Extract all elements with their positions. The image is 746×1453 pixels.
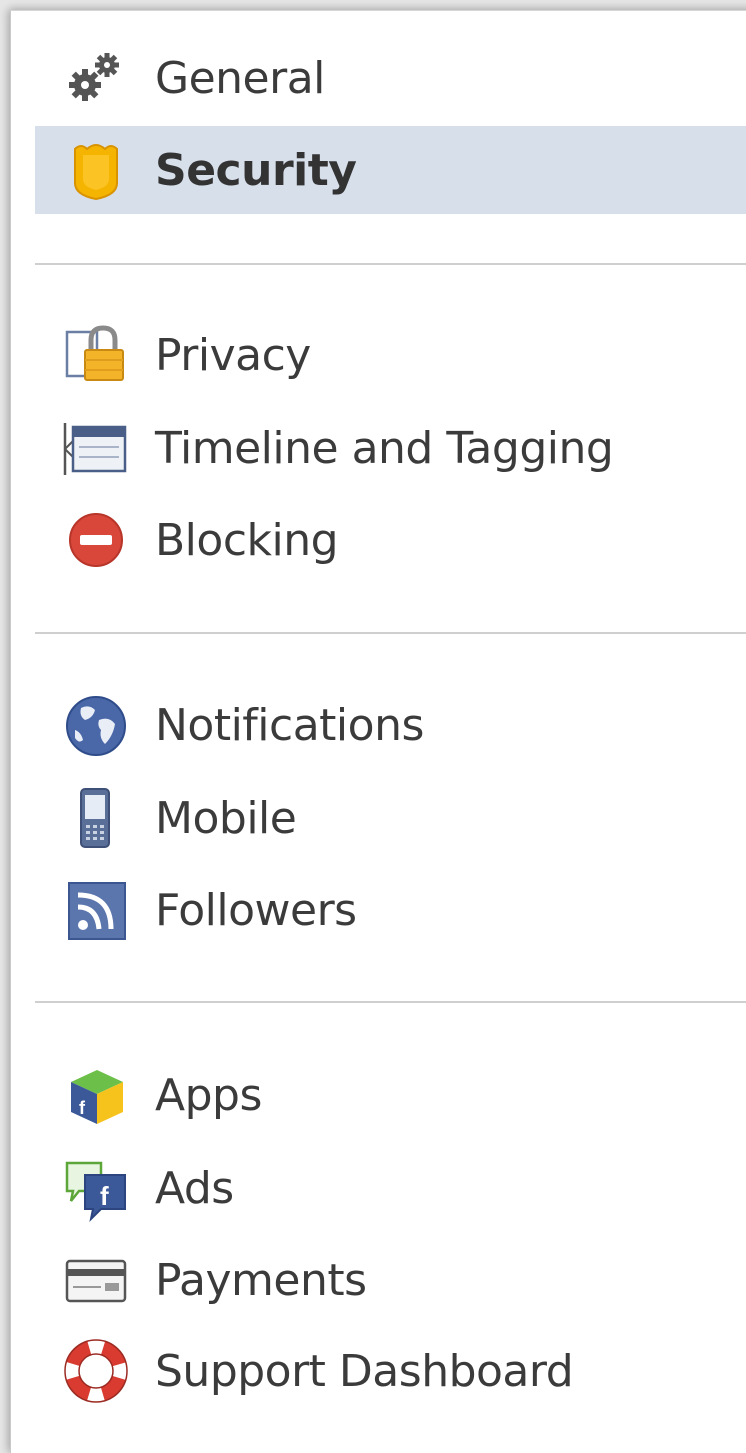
credit-card-icon — [61, 1245, 131, 1315]
gears-icon — [61, 43, 131, 113]
svg-text:f: f — [100, 1181, 109, 1211]
sidebar-item-label: Followers — [155, 884, 357, 936]
sidebar-item-followers[interactable]: Followers — [35, 866, 746, 954]
rss-icon — [61, 875, 131, 945]
mobile-phone-icon — [61, 783, 131, 853]
sidebar-item-apps[interactable]: f Apps — [35, 1051, 746, 1139]
lock-icon — [61, 320, 131, 390]
sidebar-item-label: Security — [155, 144, 357, 196]
sidebar-item-mobile[interactable]: Mobile — [35, 774, 746, 862]
sidebar-item-support-dashboard[interactable]: Support Dashboard — [35, 1327, 746, 1415]
sidebar-item-security[interactable]: Security — [35, 126, 746, 214]
settings-sidebar: General Security Privacy Timeline and Ta… — [10, 10, 746, 1453]
sidebar-item-label: Apps — [155, 1069, 262, 1121]
divider — [35, 1001, 746, 1003]
sidebar-item-label: Ads — [155, 1162, 234, 1214]
shield-icon — [61, 135, 131, 205]
sidebar-item-payments[interactable]: Payments — [35, 1236, 746, 1324]
sidebar-item-ads[interactable]: f Ads — [35, 1144, 746, 1232]
sidebar-item-label: Blocking — [155, 514, 339, 566]
sidebar-item-label: Notifications — [155, 699, 424, 751]
ads-icon: f — [61, 1153, 131, 1223]
apps-cube-icon: f — [61, 1060, 131, 1130]
sidebar-item-label: General — [155, 52, 325, 104]
divider — [35, 263, 746, 265]
divider — [35, 632, 746, 634]
sidebar-item-timeline-and-tagging[interactable]: Timeline and Tagging — [35, 404, 746, 492]
sidebar-item-label: Payments — [155, 1254, 367, 1306]
svg-text:f: f — [79, 1098, 86, 1118]
sidebar-item-label: Timeline and Tagging — [155, 422, 614, 474]
sidebar-item-label: Mobile — [155, 792, 297, 844]
lifebuoy-icon — [61, 1336, 131, 1406]
sidebar-item-label: Support Dashboard — [155, 1345, 574, 1397]
sidebar-item-blocking[interactable]: Blocking — [35, 496, 746, 584]
sidebar-item-label: Privacy — [155, 329, 311, 381]
timeline-icon — [61, 413, 131, 483]
globe-icon — [61, 690, 131, 760]
sidebar-item-general[interactable]: General — [35, 34, 746, 122]
sidebar-item-privacy[interactable]: Privacy — [35, 311, 746, 399]
sidebar-item-notifications[interactable]: Notifications — [35, 681, 746, 769]
blocking-icon — [61, 505, 131, 575]
